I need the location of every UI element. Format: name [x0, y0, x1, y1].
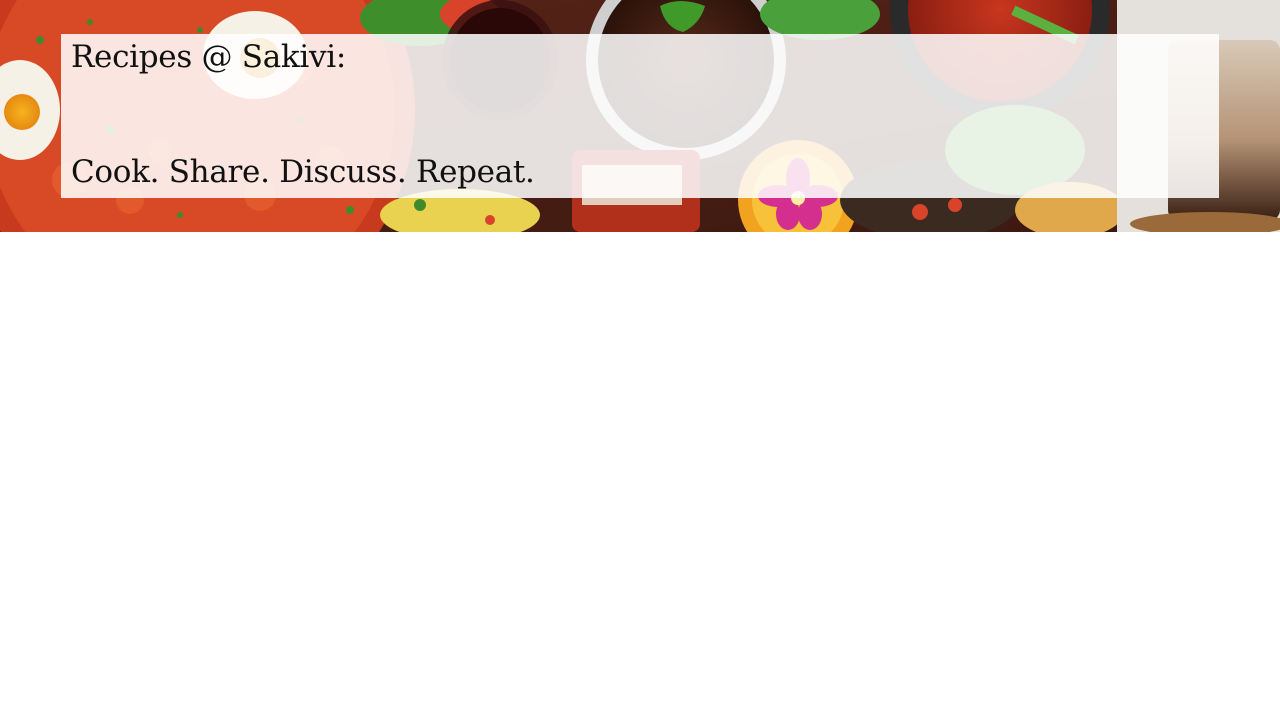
hero-headline: Recipes @ Sakivi:	[71, 39, 346, 75]
page-body	[0, 232, 1280, 720]
hero-caption-box: Recipes @ Sakivi: Cook. Share. Discuss. …	[61, 34, 1219, 198]
hero-tagline: Cook. Share. Discuss. Repeat.	[71, 154, 535, 190]
hero-banner: Recipes @ Sakivi: Cook. Share. Discuss. …	[0, 0, 1280, 232]
